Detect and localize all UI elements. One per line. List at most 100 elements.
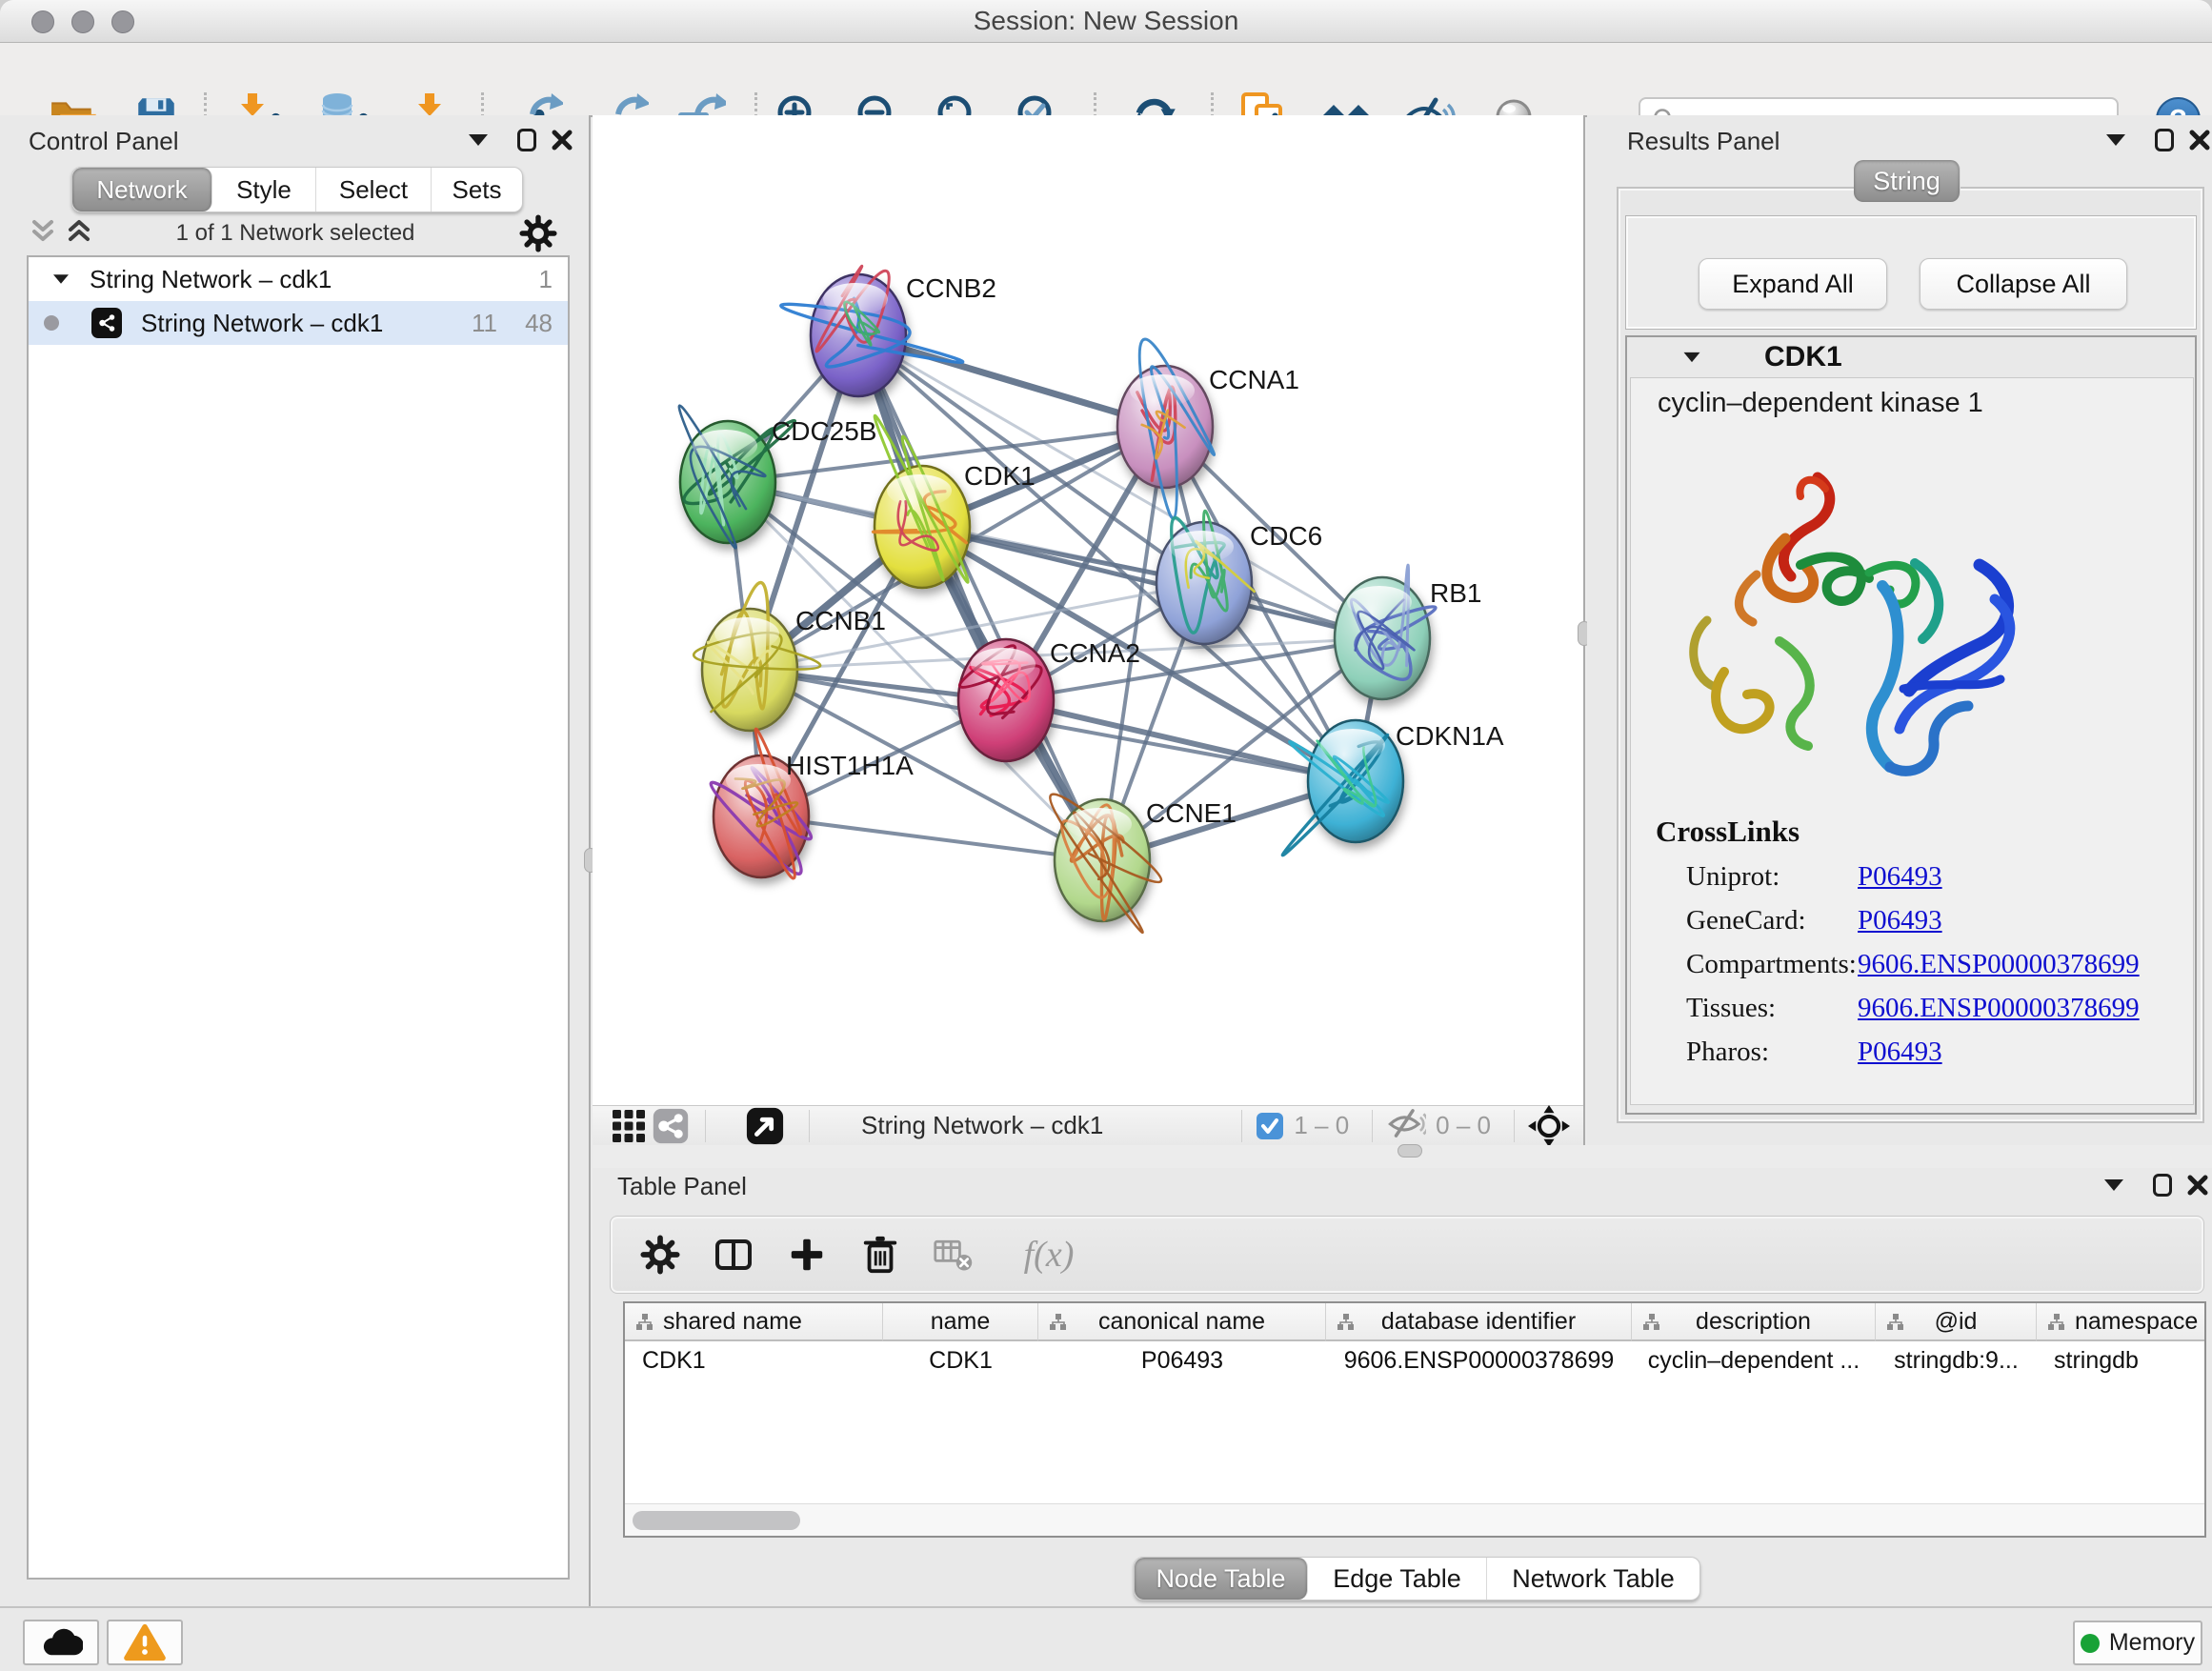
node-count: 11 [472,309,497,338]
string-view-icon[interactable] [650,1105,692,1147]
cell-database-identifier[interactable]: 9606.ENSP00000378699 [1326,1341,1632,1379]
application-window: Session: New Session ? Control Panel Net… [0,0,2212,1671]
column-header-description[interactable]: description [1632,1303,1876,1341]
column-label: name [931,1308,991,1336]
cell-namespace[interactable]: stringdb [2037,1341,2206,1379]
gene-symbol: CDK1 [1764,341,1842,373]
fit-selected-crosshair-icon[interactable] [1528,1105,1570,1147]
close-panel-icon[interactable] [2186,1174,2209,1197]
node-label-RB1: RB1 [1430,578,1481,608]
node-gloss-highlight [1130,374,1195,407]
tab-network[interactable]: Network [72,168,212,211]
tab-style[interactable]: Style [212,168,316,211]
navbar-separator [1372,1110,1373,1142]
panel-menu-icon[interactable] [2104,1179,2123,1191]
memory-button[interactable]: Memory [2073,1621,2202,1665]
collapse-all-button[interactable]: Collapse All [1920,258,2127,310]
crosslink-value-link[interactable]: P06493 [1858,1037,1942,1068]
tab-string[interactable]: String [1854,160,1961,202]
delete-column-icon[interactable] [859,1234,901,1276]
tab-network-table[interactable]: Network Table [1487,1558,1699,1600]
cell-name[interactable]: CDK1 [883,1341,1038,1379]
network-node-CDKN1A[interactable]: CDKN1A [1282,720,1504,856]
float-panel-icon[interactable] [517,129,536,151]
warning-button[interactable] [107,1620,183,1665]
gene-section: CDK1 cyclin–dependent kinase 1 [1625,335,2197,1115]
node-label-CDC6: CDC6 [1250,521,1322,551]
memory-status-icon [2081,1634,2100,1653]
column-header-name[interactable]: name [883,1303,1038,1341]
collection-label: String Network – cdk1 [90,265,332,294]
table-horizontal-scrollbar[interactable] [625,1503,2204,1537]
panel-menu-icon[interactable] [2106,134,2125,146]
delete-table-icon[interactable] [933,1234,975,1276]
cloud-icon [39,1626,83,1659]
crosslink-value-link[interactable]: 9606.ENSP00000378699 [1858,993,2140,1024]
close-panel-icon[interactable] [551,129,573,151]
tab-select[interactable]: Select [316,168,432,211]
navbar-separator [1514,1110,1515,1142]
cloud-button[interactable] [23,1620,99,1665]
memory-label: Memory [2109,1629,2195,1657]
network-node-CCNE1[interactable]: CCNE1 [1050,795,1237,933]
network-canvas[interactable]: CCNB2CCNA1CDC25BCDK1CDC6RB1CCNB1CCNA2CDK… [593,115,1583,1105]
main-toolbar: ? [0,43,2212,117]
panel-menu-icon[interactable] [469,134,488,146]
column-header-canonical-name[interactable]: canonical name [1038,1303,1326,1341]
add-column-icon[interactable] [786,1234,828,1276]
split-columns-icon[interactable] [713,1234,754,1276]
network-row-selected[interactable]: String Network – cdk1 11 48 [29,301,568,345]
crosslink-value-link[interactable]: P06493 [1858,861,1942,893]
network-options-gear-icon[interactable] [519,214,557,257]
grid-view-icon[interactable] [608,1105,650,1147]
node-gloss-highlight [823,283,888,315]
column-label: shared name [663,1308,802,1336]
float-panel-icon[interactable] [2155,129,2174,151]
node-gloss-highlight [971,648,1036,680]
gene-section-content: cyclin–dependent kinase 1 [1630,377,2194,1105]
network-node-CDC6[interactable]: CDC6 [1156,511,1322,644]
column-header-database-identifier[interactable]: database identifier [1326,1303,1632,1341]
cell-@id[interactable]: stringdb:9... [1876,1341,2037,1379]
node-gloss-highlight [726,764,791,796]
network-node-RB1[interactable]: RB1 [1335,565,1481,699]
network-node-CCNA1[interactable]: CCNA1 [1117,339,1299,518]
node-table[interactable]: shared name name canonical name database id… [623,1301,2206,1538]
crosslink-value-link[interactable]: P06493 [1858,905,1942,936]
formula-fx-icon[interactable]: f(x) [1006,1234,1092,1276]
table-row[interactable]: CDK1CDK1P064939606.ENSP00000378699cyclin… [625,1341,2206,1379]
tab-node-table[interactable]: Node Table [1135,1558,1308,1600]
table-settings-gear-icon[interactable] [639,1234,681,1276]
cell-description[interactable]: cyclin–dependent ... [1632,1341,1876,1379]
close-panel-icon[interactable] [2188,129,2211,151]
control-panel-title: Control Panel [29,127,179,156]
tab-sets[interactable]: Sets [432,168,522,211]
crosslink-value-link[interactable]: 9606.ENSP00000378699 [1858,949,2140,980]
column-label: canonical name [1098,1308,1265,1336]
crosslink-label: Compartments: [1686,949,1857,980]
cell-canonical-name[interactable]: P06493 [1038,1341,1326,1379]
gene-section-header[interactable]: CDK1 [1627,337,2195,377]
node-gloss-highlight [1067,808,1132,840]
node-label-CCNA1: CCNA1 [1209,365,1299,394]
open-in-window-icon[interactable] [744,1105,786,1147]
cell-shared-name[interactable]: CDK1 [625,1341,883,1379]
hidden-elements-icon[interactable] [1386,1107,1426,1144]
network-tree: String Network – cdk1 1 String Network –… [27,255,570,1580]
section-collapse-icon[interactable] [1684,352,1700,362]
tab-edge-table[interactable]: Edge Table [1308,1558,1487,1600]
network-node-CCNB2[interactable]: CCNB2 [781,266,996,396]
expand-all-button[interactable]: Expand All [1699,258,1887,310]
navbar-separator [1241,1110,1242,1142]
scrollbar-thumb[interactable] [633,1511,800,1530]
network-node-HIST1H1A[interactable]: HIST1H1A [711,729,914,878]
column-header-shared-name[interactable]: shared name [625,1303,883,1341]
column-header-@id[interactable]: @id [1876,1303,2037,1341]
network-collection-row[interactable]: String Network – cdk1 1 [29,257,568,301]
tree-expander-icon[interactable] [53,274,69,284]
column-header-namespace[interactable]: namespace [2037,1303,2206,1341]
node-label-CCNE1: CCNE1 [1146,798,1237,828]
horizontal-splitter-handle[interactable] [1398,1144,1422,1158]
float-panel-icon[interactable] [2153,1174,2172,1197]
selected-nodes-checkbox[interactable] [1256,1112,1284,1140]
